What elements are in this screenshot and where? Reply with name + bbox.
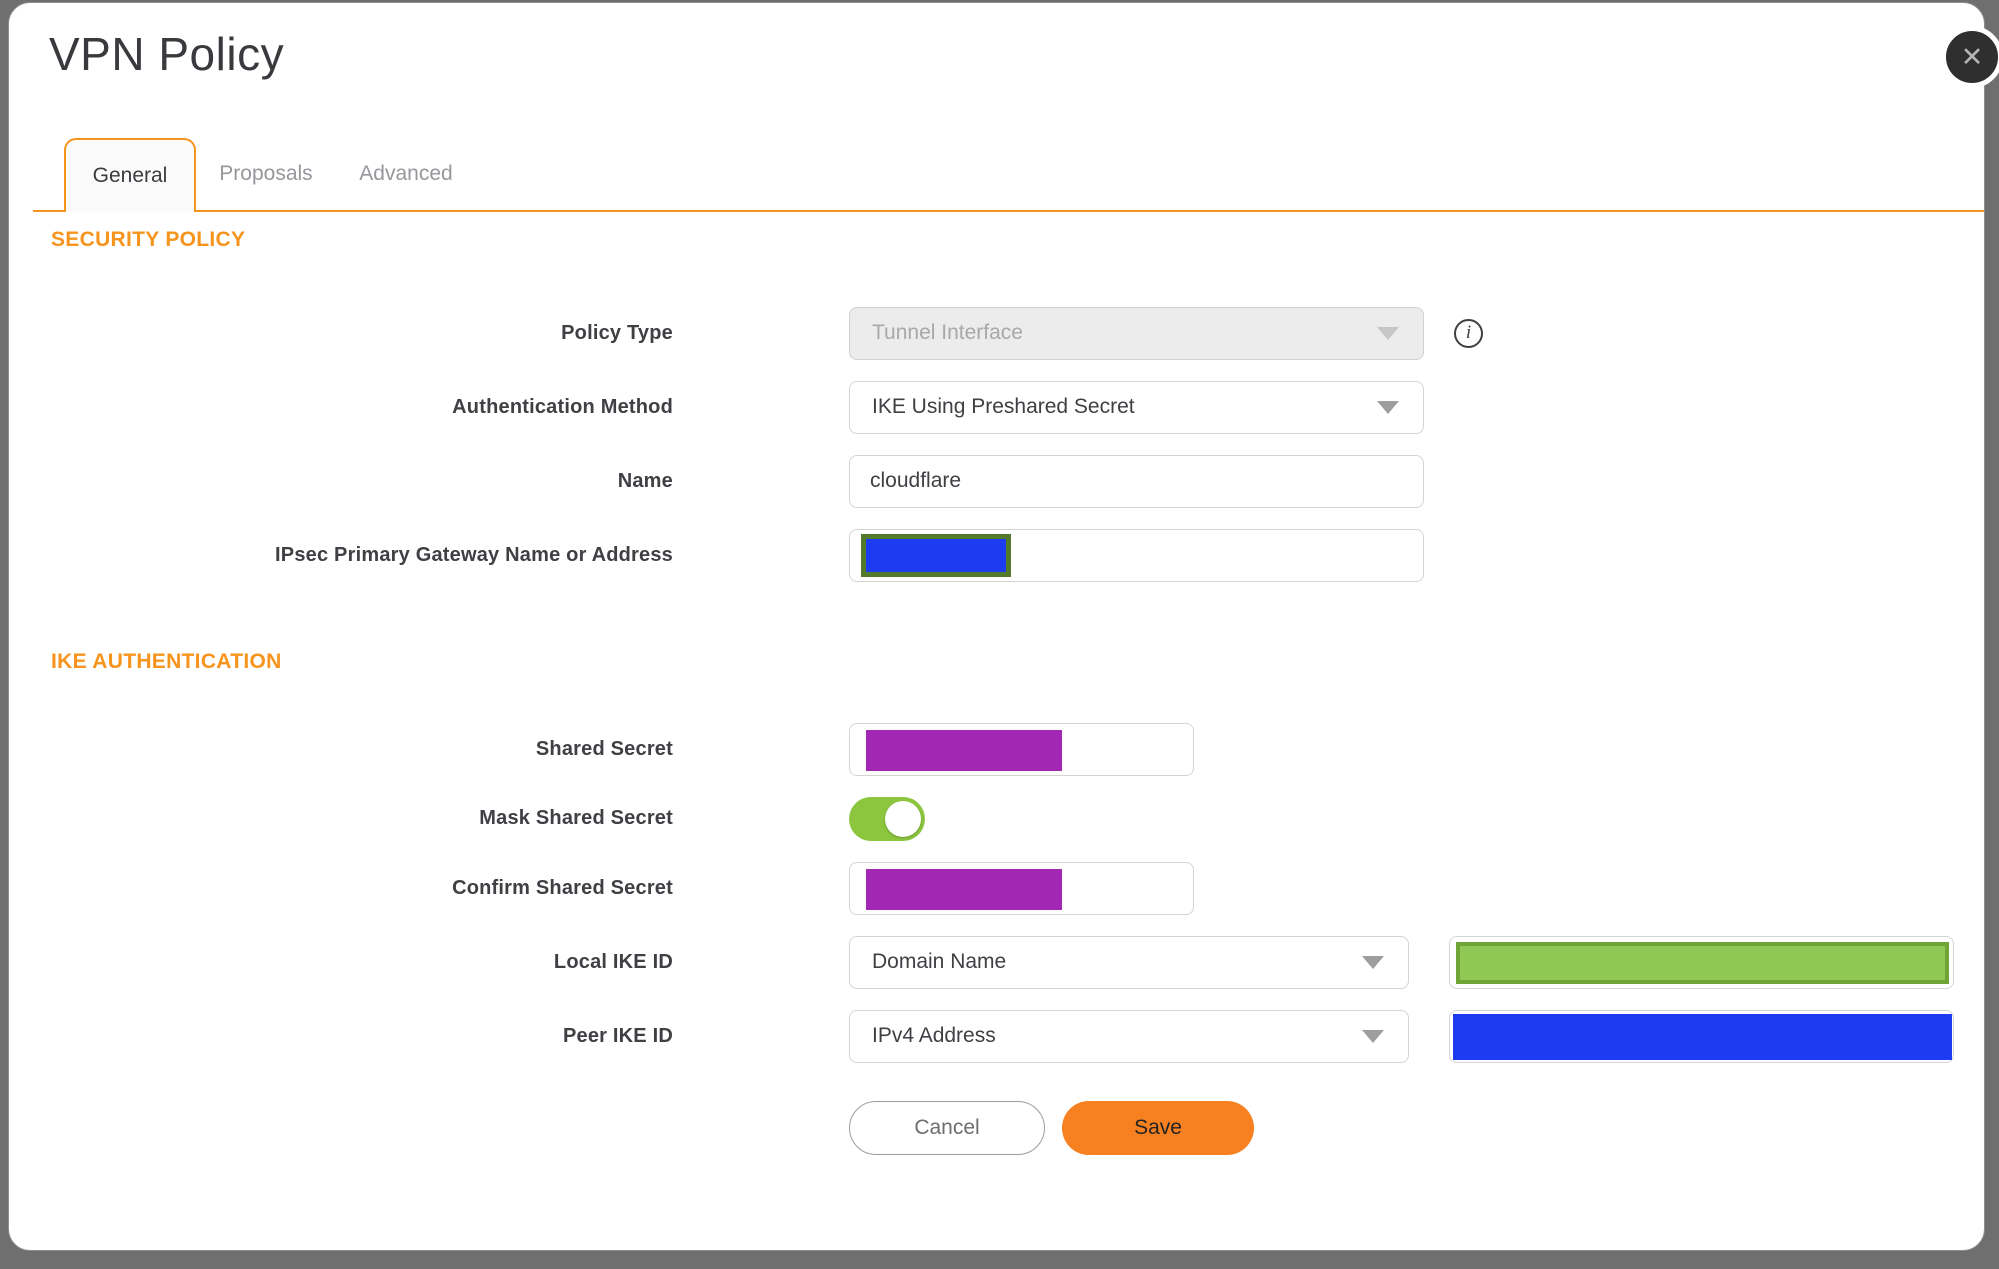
auth-method-select[interactable]: IKE Using Preshared Secret bbox=[849, 380, 1424, 434]
dialog-title: VPN Policy bbox=[49, 28, 285, 80]
close-button[interactable]: ✕ bbox=[1941, 26, 1999, 88]
local-ike-id-select[interactable]: Domain Name bbox=[849, 935, 1409, 989]
field-row-gateway: IPsec Primary Gateway Name or Address bbox=[49, 528, 1984, 582]
peer-ike-id-label: Peer IKE ID bbox=[562, 1024, 673, 1047]
vpn-policy-dialog: VPN Policy General Proposals Advanced SE… bbox=[8, 2, 1985, 1251]
peer-ike-id-redacted-value bbox=[1453, 1013, 1952, 1060]
name-label: Name bbox=[617, 469, 673, 492]
cancel-button[interactable]: Cancel bbox=[849, 1100, 1045, 1155]
field-row-shared-secret: Shared Secret bbox=[49, 722, 1984, 776]
save-button[interactable]: Save bbox=[1062, 1100, 1254, 1155]
shared-secret-input[interactable] bbox=[849, 722, 1194, 776]
field-row-auth-method: Authentication Method IKE Using Preshare… bbox=[49, 380, 1984, 434]
chevron-down-icon bbox=[1362, 956, 1384, 970]
toggle-knob bbox=[885, 800, 921, 837]
peer-ike-id-value-input[interactable] bbox=[1449, 1009, 1954, 1063]
dialog-actions: Cancel Save bbox=[849, 1100, 1984, 1155]
section-heading-ike-authentication: IKE AUTHENTICATION bbox=[51, 649, 282, 673]
shared-secret-redacted-value bbox=[866, 729, 1062, 771]
tab-proposals[interactable]: Proposals bbox=[196, 138, 336, 210]
field-row-policy-type: Policy Type Tunnel Interface i bbox=[49, 306, 1984, 360]
policy-type-value: Tunnel Interface bbox=[872, 321, 1023, 345]
peer-ike-id-select[interactable]: IPv4 Address bbox=[849, 1009, 1409, 1063]
chevron-down-icon bbox=[1377, 401, 1399, 415]
mask-shared-secret-toggle[interactable] bbox=[849, 796, 925, 841]
tab-panel-general: SECURITY POLICY Policy Type Tunnel Inter… bbox=[9, 228, 1984, 1155]
gateway-label: IPsec Primary Gateway Name or Address bbox=[275, 543, 673, 566]
shared-secret-label: Shared Secret bbox=[535, 737, 673, 760]
confirm-shared-secret-redacted-value bbox=[866, 868, 1062, 910]
info-icon[interactable]: i bbox=[1454, 318, 1483, 348]
policy-type-select: Tunnel Interface bbox=[849, 306, 1424, 360]
confirm-shared-secret-label: Confirm Shared Secret bbox=[452, 876, 673, 899]
tab-advanced[interactable]: Advanced bbox=[336, 138, 476, 210]
mask-shared-secret-label: Mask Shared Secret bbox=[479, 807, 673, 830]
auth-method-value: IKE Using Preshared Secret bbox=[872, 395, 1135, 419]
auth-method-label: Authentication Method bbox=[452, 395, 673, 418]
field-row-name: Name bbox=[49, 454, 1984, 508]
security-policy-form: Policy Type Tunnel Interface i Authentic… bbox=[49, 306, 1984, 582]
tab-general[interactable]: General bbox=[64, 137, 196, 212]
section-heading-security-policy: SECURITY POLICY bbox=[51, 227, 246, 251]
ike-authentication-form: Shared Secret Mask Shared Secret Confirm… bbox=[49, 722, 1984, 1155]
peer-ike-id-type-value: IPv4 Address bbox=[872, 1024, 996, 1048]
gateway-input[interactable] bbox=[849, 528, 1424, 582]
local-ike-id-redacted-value bbox=[1456, 941, 1949, 984]
confirm-shared-secret-input[interactable] bbox=[849, 861, 1194, 915]
local-ike-id-value-input[interactable] bbox=[1449, 935, 1954, 989]
policy-type-label: Policy Type bbox=[561, 321, 673, 344]
field-row-confirm-shared-secret: Confirm Shared Secret bbox=[49, 861, 1984, 915]
tab-bar: General Proposals Advanced bbox=[33, 137, 1984, 212]
local-ike-id-type-value: Domain Name bbox=[872, 950, 1007, 974]
name-input[interactable] bbox=[849, 454, 1424, 508]
chevron-down-icon bbox=[1362, 1030, 1384, 1044]
field-row-peer-ike-id: Peer IKE ID IPv4 Address bbox=[49, 1009, 1984, 1063]
close-icon: ✕ bbox=[1960, 41, 1984, 72]
chevron-down-icon bbox=[1377, 327, 1399, 341]
field-row-local-ike-id: Local IKE ID Domain Name bbox=[49, 935, 1984, 989]
gateway-redacted-value bbox=[861, 533, 1011, 577]
local-ike-id-label: Local IKE ID bbox=[553, 950, 673, 973]
field-row-mask-shared-secret: Mask Shared Secret bbox=[49, 796, 1984, 841]
